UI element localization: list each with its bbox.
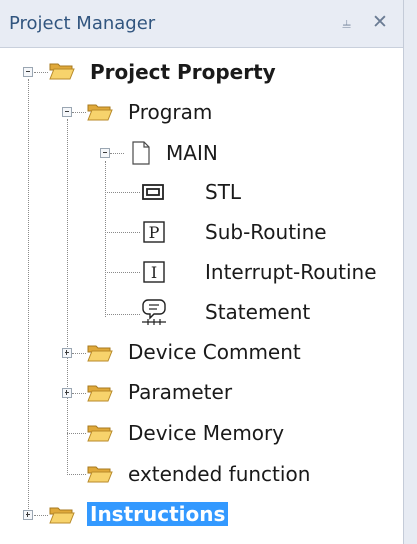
tree-node-label: STL <box>205 180 242 204</box>
pin-icon[interactable]: ⫨ <box>342 13 351 33</box>
panel-edge <box>403 0 417 544</box>
tree-node-label: Program <box>128 100 213 124</box>
expand-toggle[interactable] <box>23 510 33 520</box>
collapse-toggle[interactable] <box>100 148 110 158</box>
tree-node-label: extended function <box>128 462 311 486</box>
collapse-toggle[interactable] <box>23 67 33 77</box>
tree-node-label: Parameter <box>128 380 233 404</box>
folder-open-icon <box>87 345 113 362</box>
tree-node-label: Sub-Routine <box>205 220 327 244</box>
panel-header: Project Manager ⫨ ✕ <box>0 0 403 48</box>
tree-node-label-selected: Instructions <box>87 502 229 526</box>
close-icon[interactable]: ✕ <box>372 11 388 33</box>
tree-node-label: Project Property <box>90 60 276 84</box>
project-manager-panel: Project Manager ⫨ ✕ Project Property Pro… <box>0 0 403 544</box>
tree-node-label: Statement <box>205 300 311 324</box>
folder-open-icon <box>87 425 113 442</box>
i-box-icon: I <box>143 261 165 283</box>
document-icon <box>132 141 150 165</box>
p-box-icon: P <box>143 221 165 243</box>
expand-toggle[interactable] <box>62 388 72 398</box>
folder-open-icon <box>87 104 113 121</box>
svg-text:I: I <box>151 263 157 282</box>
tree-node-label: MAIN <box>166 141 218 165</box>
stl-icon <box>142 184 164 200</box>
project-tree: Project Property Program MAIN STL P Sub-… <box>0 47 403 544</box>
folder-open-icon <box>49 63 75 80</box>
tree-node-label: Interrupt-Routine <box>205 260 377 284</box>
svg-text:P: P <box>149 223 160 242</box>
tree-node-label: Device Memory <box>128 421 285 445</box>
collapse-toggle[interactable] <box>62 107 72 117</box>
statement-icon <box>142 299 166 325</box>
folder-open-icon <box>87 385 113 402</box>
tree-node-label: Device Comment <box>128 340 301 364</box>
folder-open-icon <box>87 466 113 483</box>
folder-open-icon <box>49 507 75 524</box>
panel-title: Project Manager <box>9 13 156 34</box>
expand-toggle[interactable] <box>62 348 72 358</box>
